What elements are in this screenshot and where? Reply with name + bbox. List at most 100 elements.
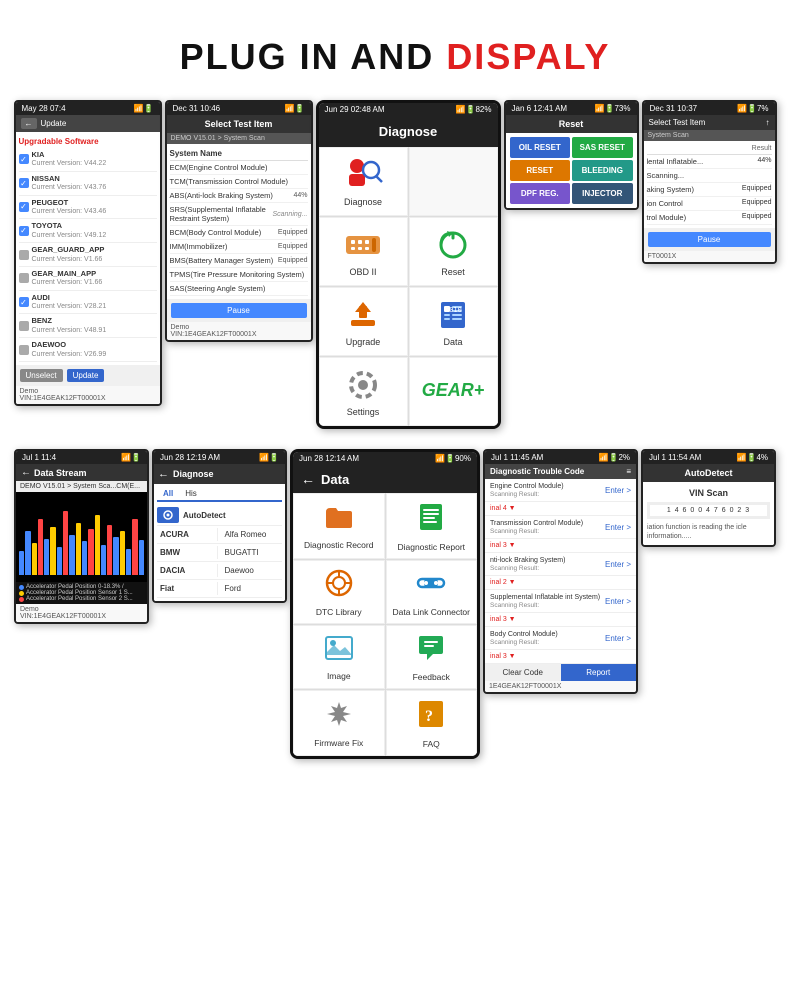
sas-reset-button[interactable]: SAS RESET xyxy=(572,137,633,158)
status-bar-b3: Jun 28 12:14 AM 📶🔋90% xyxy=(293,452,477,465)
checkbox[interactable]: ✓ xyxy=(19,226,29,236)
status-bar-5: Dec 31 10:37 📶🔋7% xyxy=(644,102,775,115)
data-cell-firmware[interactable]: Firmware Fix xyxy=(293,690,385,756)
diagnose-cell-upgrade[interactable]: Upgrade xyxy=(319,287,408,356)
status-bar-b4: Jul 1 11:45 AM 📶🔋2% xyxy=(485,451,636,464)
page-header: PLUG IN AND DISPALY xyxy=(0,0,790,100)
checkbox-unchecked[interactable] xyxy=(19,273,29,283)
dtc-label: DTC Library xyxy=(316,607,362,617)
status-bar-4: Jan 6 12:41 AM 📶🔋73% xyxy=(506,102,637,115)
chart-area xyxy=(16,492,147,582)
diagnose-cell-diagnose[interactable]: Diagnose xyxy=(319,147,408,216)
list-item: ✓ NISSANCurrent Version: V43.76 xyxy=(19,172,157,196)
dtc-subitem: inal 3 ▼ xyxy=(485,650,636,664)
image-label: Image xyxy=(327,671,351,681)
unselect-button[interactable]: Unselect xyxy=(20,369,63,382)
demo-info-5: FT0001X xyxy=(644,251,775,262)
list-item: ✓ KIACurrent Version: V44.22 xyxy=(19,148,157,172)
top-screenshots-row: May 28 07:4 📶🔋 ← Update Upgradable Softw… xyxy=(0,100,790,449)
data-cell-record[interactable]: Diagnostic Record xyxy=(293,493,385,559)
pause-button-right[interactable]: Pause xyxy=(648,232,771,247)
vin-scan-title: VIN Scan xyxy=(647,486,770,502)
status-bar-2: Dec 31 10:46 📶🔋 xyxy=(167,102,311,115)
link-label: Data Link Connector xyxy=(393,607,471,617)
screen-select-right: Dec 31 10:37 📶🔋7% Select Test Item ↑ Sys… xyxy=(642,100,777,264)
chart-bars xyxy=(19,495,144,575)
status-bar-b2: Jun 28 12:19 AM 📶🔋 xyxy=(154,451,285,464)
checkbox-unchecked[interactable] xyxy=(19,250,29,260)
feedback-icon xyxy=(417,634,445,668)
diagnose-cell-reset[interactable]: Reset xyxy=(409,217,498,286)
svg-text:1010: 1010 xyxy=(445,306,462,314)
dpf-reg-button[interactable]: DPF REG. xyxy=(510,183,571,204)
dtc-icon xyxy=(325,569,353,603)
tab-history[interactable]: His xyxy=(179,487,203,500)
screen-scan: Dec 31 10:46 📶🔋 Select Test Item DEMO V1… xyxy=(165,100,313,342)
update-button[interactable]: Update xyxy=(67,369,105,382)
back-button[interactable]: ← xyxy=(21,118,37,129)
bleeding-button[interactable]: BLEEDING xyxy=(572,160,633,181)
doc-icon xyxy=(418,502,444,538)
tab-all[interactable]: All xyxy=(157,487,179,502)
reset-button[interactable]: RESET xyxy=(510,160,571,181)
dtc-subitem: inal 3 ▼ xyxy=(485,539,636,553)
data-cell-dtc[interactable]: DTC Library xyxy=(293,560,385,624)
vin-numbers: 1 4 6 0 0 4 7 6 0 2 3 xyxy=(650,505,767,516)
scan-item: SAS(Steering Angle System) xyxy=(170,282,308,296)
datastream-breadcrumb: DEMO V15.01 > System Sca...CM(E... xyxy=(16,481,147,492)
list-item: GEAR_MAIN_APPCurrent Version: V1.66 xyxy=(19,267,157,291)
checkbox[interactable]: ✓ xyxy=(19,297,29,307)
demo-info-b1: Demo VIN:1E4GEAK12FT00001X xyxy=(16,604,147,622)
checkbox[interactable]: ✓ xyxy=(19,178,29,188)
select-item: trol Module) Equipped xyxy=(647,211,772,225)
clear-code-button[interactable]: Clear Code xyxy=(485,664,561,681)
brand-row-dacia-daewoo: DACIA Daewoo xyxy=(157,562,282,580)
dtc-item[interactable]: Supplemental Inflatable int System) Scan… xyxy=(485,590,636,613)
data-cell-faq[interactable]: ? FAQ xyxy=(386,690,478,756)
data-cell-link[interactable]: Data Link Connector xyxy=(386,560,478,624)
list-item: ✓ TOYOTACurrent Version: V49.12 xyxy=(19,219,157,243)
dtc-item[interactable]: nti-lock Braking System) Scanning Result… xyxy=(485,553,636,576)
breadcrumb: DEMO V15.01 > System Scan xyxy=(167,133,311,144)
checkbox-unchecked[interactable] xyxy=(19,345,29,355)
status-bar-1: May 28 07:4 📶🔋 xyxy=(16,102,160,115)
dtc-subitem: inal 3 ▼ xyxy=(485,613,636,627)
brand-row-autodetect[interactable]: AutoDetect xyxy=(157,505,282,526)
link-icon xyxy=(416,569,446,603)
injector-button[interactable]: INJECTOR xyxy=(572,183,633,204)
oil-reset-button[interactable]: OIL RESET xyxy=(510,137,571,158)
diagnose-brands-content: All His AutoDetect ACURA Alfa Romeo BMW xyxy=(154,484,285,601)
diagnose-cell-obdii[interactable]: OBD II xyxy=(319,217,408,286)
reset-grid: OIL RESET SAS RESET RESET BLEEDING DPF R… xyxy=(506,133,637,208)
dtc-footer: Clear Code Report xyxy=(485,664,636,681)
dtc-item[interactable]: Engine Control Module) Scanning Result: … xyxy=(485,479,636,502)
screen-reset: Jan 6 12:41 AM 📶🔋73% Reset OIL RESET SAS… xyxy=(504,100,639,210)
dtc-item[interactable]: Transmission Control Module) Scanning Re… xyxy=(485,516,636,539)
report-button[interactable]: Report xyxy=(561,664,637,681)
pause-button[interactable]: Pause xyxy=(171,303,307,318)
update-header: ← Update xyxy=(16,115,160,132)
report-label: Diagnostic Report xyxy=(397,542,465,552)
checkbox[interactable]: ✓ xyxy=(19,154,29,164)
diagnose-cell-gearplus[interactable]: GEAR+ xyxy=(409,357,498,426)
dtc-header: Diagnostic Trouble Code ≡ xyxy=(485,464,636,479)
data-cell-image[interactable]: Image xyxy=(293,625,385,689)
chart-legend: Accelerator Pedal Position 0-18.3% / Acc… xyxy=(16,582,147,604)
data-cell-feedback[interactable]: Feedback xyxy=(386,625,478,689)
scan-header: Select Test Item xyxy=(167,115,311,133)
reset-header: Reset xyxy=(506,115,637,133)
settings-icon xyxy=(342,368,384,402)
diagnose-cell-settings[interactable]: Settings xyxy=(319,357,408,426)
scan-item: ECM(Engine Control Module) xyxy=(170,161,308,175)
diagnose-cell-data[interactable]: 1010 Data xyxy=(409,287,498,356)
select-content: Result lental Inflatable... 44% Scanning… xyxy=(644,141,775,228)
checkbox-unchecked[interactable] xyxy=(19,321,29,331)
checkbox[interactable]: ✓ xyxy=(19,202,29,212)
reset-label: Reset xyxy=(441,267,465,277)
dtc-item[interactable]: Body Control Module) Scanning Result: En… xyxy=(485,627,636,650)
scan-item: IMM(Immobilizer) Equipped xyxy=(170,240,308,254)
screen-update: May 28 07:4 📶🔋 ← Update Upgradable Softw… xyxy=(14,100,162,406)
data-cell-report[interactable]: Diagnostic Report xyxy=(386,493,478,559)
firmware-icon xyxy=(325,700,353,734)
obdii-icon xyxy=(342,228,384,262)
